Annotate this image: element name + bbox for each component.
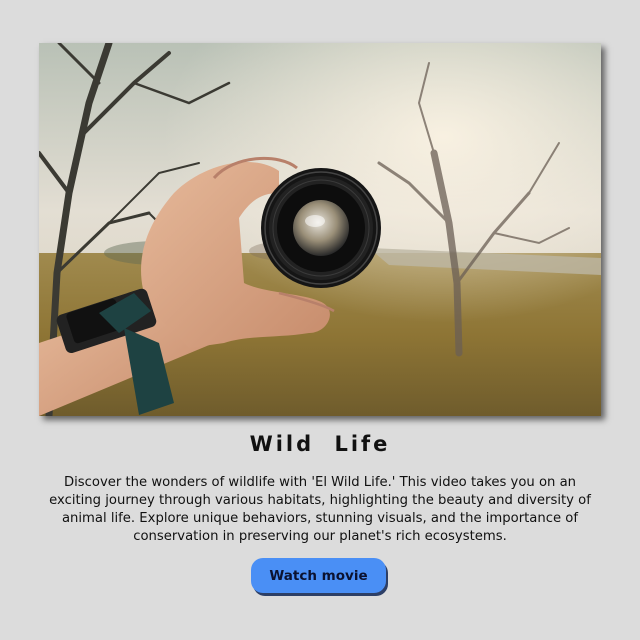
description-text: Discover the wonders of wildlife with 'E… — [49, 475, 591, 544]
page: Wild Life Discover the wonders of wildli… — [0, 0, 640, 640]
watch-movie-button[interactable]: Watch movie — [251, 558, 386, 593]
page-title: Wild Life — [249, 432, 391, 456]
hero-image — [39, 43, 601, 416]
